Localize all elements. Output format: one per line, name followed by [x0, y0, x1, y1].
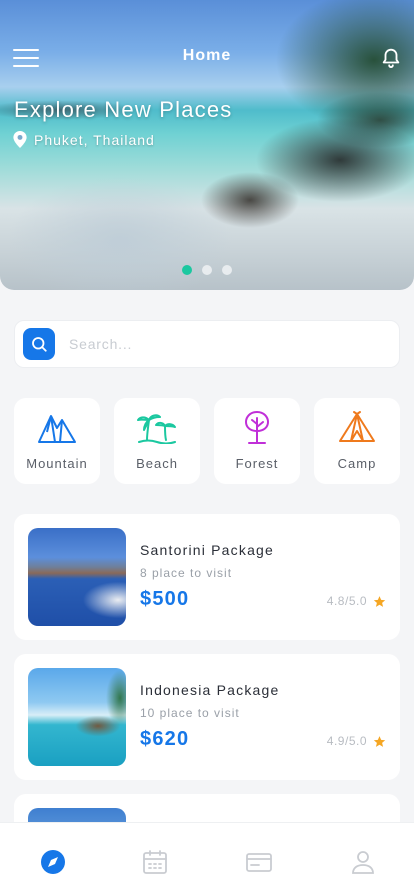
palm-tree-icon: [137, 414, 176, 444]
location-pin-icon: [13, 131, 27, 148]
search-bar[interactable]: [14, 320, 400, 368]
hero-banner[interactable]: Home Explore New Places Phuket, Thailand: [0, 0, 414, 290]
package-price: $500: [140, 588, 190, 610]
location-text: Phuket, Thailand: [34, 131, 155, 148]
category-label: Mountain: [26, 456, 88, 471]
package-image: [28, 528, 126, 626]
package-name: Indonesia Package: [140, 682, 280, 698]
package-rating: 4.8/5.0: [327, 594, 386, 608]
category-list: Mountain Beach Forest Camp: [14, 398, 400, 484]
star-icon: [373, 735, 386, 747]
page-title: Home: [182, 47, 232, 64]
hero-trees: [224, 0, 414, 150]
search-input[interactable]: [69, 336, 369, 352]
package-places: 10 place to visit: [140, 706, 240, 720]
location-label: Phuket, Thailand: [13, 131, 155, 148]
package-name: Santorini Package: [140, 542, 275, 558]
package-price: $620: [140, 728, 190, 750]
calendar-icon[interactable]: [142, 849, 168, 875]
category-camp[interactable]: Camp: [314, 398, 400, 484]
tree-icon: [245, 411, 269, 444]
profile-icon[interactable]: [350, 849, 376, 875]
star-icon: [373, 595, 386, 607]
bell-icon[interactable]: [380, 45, 402, 69]
mountain-icon: [38, 415, 76, 443]
bottom-navigation: [0, 822, 414, 896]
tent-icon: [339, 411, 375, 442]
hero-heading: Explore New Places: [14, 97, 233, 122]
category-label: Camp: [337, 456, 377, 471]
explore-icon[interactable]: [40, 849, 66, 875]
search-button[interactable]: [23, 328, 55, 360]
category-label: Beach: [136, 456, 178, 471]
carousel-indicator: [182, 265, 232, 275]
package-rating: 4.9/5.0: [327, 734, 386, 748]
rating-value: 4.8/5.0: [326, 594, 367, 608]
carousel-dot[interactable]: [222, 265, 232, 275]
category-beach[interactable]: Beach: [114, 398, 200, 484]
card-icon[interactable]: [246, 849, 272, 875]
category-forest[interactable]: Forest: [214, 398, 300, 484]
carousel-dot[interactable]: [182, 265, 192, 275]
package-places: 8 place to visit: [140, 566, 233, 580]
search-icon: [32, 337, 47, 352]
category-mountain[interactable]: Mountain: [14, 398, 100, 484]
rating-value: 4.9/5.0: [326, 734, 367, 748]
package-card[interactable]: Indonesia Package 10 place to visit $620…: [14, 654, 400, 780]
category-label: Forest: [235, 456, 279, 471]
package-image: [28, 668, 126, 766]
carousel-dot[interactable]: [202, 265, 212, 275]
package-card[interactable]: Santorini Package 8 place to visit $500 …: [14, 514, 400, 640]
